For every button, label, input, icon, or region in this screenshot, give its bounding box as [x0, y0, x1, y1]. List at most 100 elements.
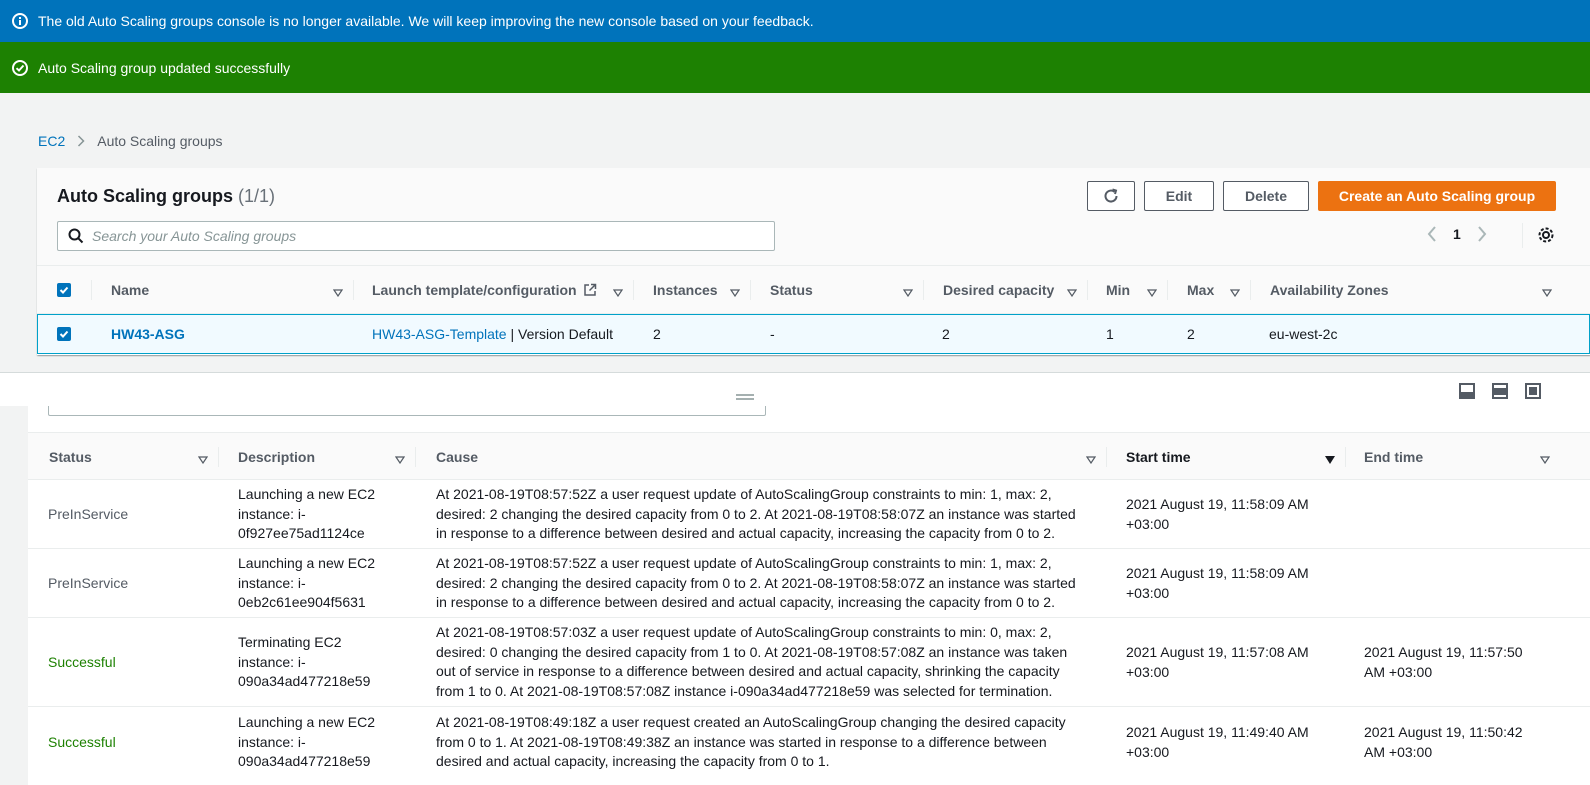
- activity-start-time: 2021 August 19, 11:58:09 AM +03:00: [1126, 565, 1309, 601]
- pager-divider: [1522, 223, 1523, 248]
- checkbox-checked-icon: [57, 283, 71, 297]
- activity-cause: At 2021-08-19T08:57:52Z a user request u…: [436, 555, 1076, 610]
- split-view-options: [1459, 383, 1541, 399]
- table-row[interactable]: HW43-ASG HW43-ASG-Template | Version Def…: [37, 314, 1590, 354]
- launch-template-cell: HW43-ASG-Template | Version Default: [372, 315, 613, 353]
- activity-table-header: Status Description Cause Start time End …: [28, 432, 1590, 480]
- launch-template-link[interactable]: HW43-ASG-Template: [372, 326, 507, 342]
- col-header-activity-status[interactable]: Status: [28, 433, 218, 481]
- breadcrumb-current: Auto Scaling groups: [97, 133, 223, 149]
- availability-zones-cell: eu-west-2c: [1269, 326, 1338, 342]
- chevron-right-icon: [77, 135, 85, 147]
- breadcrumb: EC2 Auto Scaling groups: [38, 133, 223, 149]
- gear-icon[interactable]: [1537, 226, 1555, 247]
- activity-description: Launching a new EC2 instance: i- 090a34ad4…: [238, 714, 375, 769]
- col-header-description[interactable]: Description: [218, 433, 415, 481]
- sort-caret-icon: [1146, 284, 1158, 300]
- col-header-launch-template[interactable]: Launch template/configuration: [353, 266, 633, 314]
- activity-status: Successful: [48, 654, 116, 670]
- refresh-button[interactable]: [1087, 181, 1135, 211]
- activity-history-panel: Status Description Cause Start time End …: [28, 406, 1590, 785]
- activity-search-input[interactable]: [48, 406, 766, 416]
- min-cell: 1: [1106, 326, 1114, 342]
- col-header-end-time[interactable]: End time: [1345, 433, 1560, 481]
- activity-cause: At 2021-08-19T08:57:52Z a user request u…: [436, 486, 1076, 541]
- activity-start-time: 2021 August 19, 11:58:09 AM +03:00: [1126, 496, 1309, 532]
- max-cell: 2: [1187, 326, 1195, 342]
- col-header-availability-zones[interactable]: Availability Zones: [1250, 266, 1562, 314]
- panel-count: (1/1): [238, 186, 276, 206]
- select-all-checkbox[interactable]: [57, 266, 87, 314]
- activity-status: PreInService: [48, 506, 129, 522]
- sort-caret-icon: [1066, 284, 1078, 300]
- sort-caret-icon: [902, 284, 914, 300]
- activity-status: PreInService: [48, 575, 129, 591]
- asg-search-input[interactable]: Search your Auto Scaling groups: [57, 221, 775, 251]
- next-page-icon[interactable]: [1477, 226, 1487, 242]
- breadcrumb-ec2-link[interactable]: EC2: [38, 133, 65, 149]
- checkbox-checked-icon: [57, 327, 71, 341]
- status-cell: -: [770, 326, 775, 342]
- asg-panel: Auto Scaling groups (1/1) Edit Delete Cr…: [37, 168, 1590, 355]
- activity-cause: At 2021-08-19T08:57:03Z a user request u…: [436, 624, 1068, 699]
- panel-full-icon[interactable]: [1525, 383, 1541, 399]
- col-header-desired-capacity[interactable]: Desired capacity: [923, 266, 1087, 314]
- col-header-cause[interactable]: Cause: [415, 433, 1106, 481]
- col-header-instances[interactable]: Instances: [633, 266, 750, 314]
- delete-button[interactable]: Delete: [1223, 181, 1309, 211]
- activity-description: Launching a new EC2 instance: i- 0eb2c61ee…: [238, 555, 375, 610]
- col-header-max[interactable]: Max: [1167, 266, 1250, 314]
- sort-desc-icon: [1325, 451, 1335, 467]
- success-flash-text: Auto Scaling group updated successfully: [38, 59, 291, 76]
- info-flashbar: The old Auto Scaling groups console is n…: [0, 0, 1590, 42]
- sort-caret-icon: [729, 284, 741, 300]
- external-link-icon: [583, 283, 596, 296]
- activity-start-time: 2021 August 19, 11:49:40 AM +03:00: [1126, 724, 1309, 760]
- check-circle-icon: [12, 59, 28, 76]
- pagination: 1: [1427, 226, 1487, 242]
- col-header-start-time[interactable]: Start time: [1106, 433, 1345, 481]
- drag-handle-icon[interactable]: [736, 387, 754, 403]
- refresh-icon: [1104, 188, 1118, 203]
- activity-description: Launching a new EC2 instance: i- 0f927ee75…: [238, 486, 375, 541]
- col-header-name[interactable]: Name: [91, 266, 353, 314]
- table-row[interactable]: PreInService Launching a new EC2 instance…: [28, 549, 1590, 618]
- desired-capacity-cell: 2: [942, 326, 950, 342]
- search-placeholder: Search your Auto Scaling groups: [92, 228, 297, 244]
- panel-title: Auto Scaling groups (1/1): [57, 186, 275, 207]
- split-panel-header: [0, 372, 1590, 406]
- panel-middle-icon[interactable]: [1492, 383, 1508, 399]
- info-icon: [12, 13, 28, 29]
- page-number[interactable]: 1: [1453, 226, 1461, 242]
- sort-caret-icon: [394, 451, 406, 467]
- asg-panel-header: Auto Scaling groups (1/1) Edit Delete Cr…: [37, 168, 1590, 266]
- sort-caret-icon: [1541, 284, 1553, 300]
- sort-caret-icon: [1229, 284, 1241, 300]
- activity-end-time: 2021 August 19, 11:57:50 AM +03:00: [1364, 644, 1523, 680]
- asg-name-link[interactable]: HW43-ASG: [111, 315, 185, 353]
- activity-start-time: 2021 August 19, 11:57:08 AM +03:00: [1126, 644, 1309, 680]
- activity-end-time: 2021 August 19, 11:50:42 AM +03:00: [1364, 724, 1523, 760]
- table-row[interactable]: PreInService Launching a new EC2 instance…: [28, 480, 1590, 549]
- col-header-status[interactable]: Status: [750, 266, 923, 314]
- col-header-min[interactable]: Min: [1087, 266, 1167, 314]
- sort-caret-icon: [612, 284, 624, 300]
- success-flashbar: Auto Scaling group updated successfully: [0, 42, 1590, 93]
- panel-bottom-icon[interactable]: [1459, 383, 1475, 399]
- table-row[interactable]: Successful Launching a new EC2 instance: …: [28, 707, 1590, 785]
- table-row[interactable]: Successful Terminating EC2 instance: i- 09…: [28, 618, 1590, 707]
- launch-template-version: | Version Default: [506, 326, 613, 342]
- sort-caret-icon: [332, 284, 344, 300]
- previous-page-icon[interactable]: [1427, 226, 1437, 242]
- sort-caret-icon: [197, 451, 209, 467]
- edit-button[interactable]: Edit: [1144, 181, 1214, 211]
- row-checkbox[interactable]: [57, 315, 71, 353]
- panel-title-text: Auto Scaling groups: [57, 186, 234, 206]
- create-asg-button[interactable]: Create an Auto Scaling group: [1318, 181, 1556, 211]
- info-flash-text: The old Auto Scaling groups console is n…: [38, 13, 814, 29]
- search-icon: [68, 228, 84, 244]
- sort-caret-icon: [1085, 451, 1097, 467]
- activity-description: Terminating EC2 instance: i- 090a34ad47721…: [238, 634, 371, 689]
- activity-cause: At 2021-08-19T08:49:18Z a user request c…: [436, 714, 1066, 769]
- asg-table-header: Name Launch template/configuration Insta…: [37, 266, 1590, 314]
